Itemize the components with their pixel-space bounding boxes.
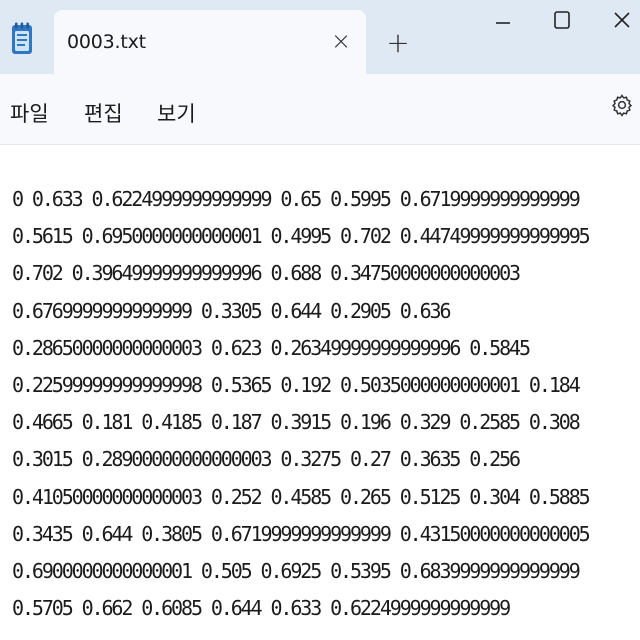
text-line: 0.22599999999999998 0.5365 0.192 0.50350… — [12, 372, 581, 397]
text-line: 0.5705 0.662 0.6085 0.644 0.633 0.622499… — [12, 596, 511, 621]
title-bar: 0003.txt × + — [0, 0, 640, 74]
minimize-icon — [496, 22, 510, 24]
maximize-button[interactable] — [542, 4, 582, 36]
tab-title: 0003.txt — [67, 31, 146, 53]
new-tab-button[interactable]: + — [384, 25, 412, 59]
close-tab-icon: × — [330, 27, 352, 55]
editor-content: 0 0.633 0.6224999999999999 0.65 0.5995 0… — [12, 181, 591, 627]
text-line: 0.702 0.39649999999999996 0.688 0.347500… — [12, 261, 521, 286]
text-line: 0.28650000000000003 0.623 0.263499999999… — [12, 335, 531, 360]
text-line: 0.41050000000000003 0.252 0.4585 0.265 0… — [12, 484, 591, 509]
maximize-icon — [554, 11, 570, 29]
close-icon — [614, 12, 630, 28]
text-line: 0.3015 0.28900000000000003 0.3275 0.27 0… — [12, 447, 521, 472]
notepad-icon — [12, 22, 32, 54]
text-line: 0.6769999999999999 0.3305 0.644 0.2905 0… — [12, 298, 452, 323]
text-line: 0.3435 0.644 0.3805 0.6719999999999999 0… — [12, 521, 591, 546]
minimize-button[interactable] — [483, 4, 523, 36]
gear-icon[interactable] — [610, 93, 634, 117]
plus-icon: + — [386, 25, 410, 59]
menu-view[interactable]: 보기 — [157, 98, 196, 128]
tab-close-button[interactable]: × — [328, 27, 354, 55]
menu-bar: 파일 편집 보기 — [0, 74, 640, 145]
close-window-button[interactable] — [602, 4, 640, 36]
text-editor[interactable]: 0 0.633 0.6224999999999999 0.65 0.5995 0… — [0, 145, 640, 640]
text-line: 0.6900000000000001 0.505 0.6925 0.5395 0… — [12, 558, 581, 583]
text-line: 0.5615 0.6950000000000001 0.4995 0.702 0… — [12, 224, 591, 249]
menu-edit[interactable]: 편집 — [84, 98, 123, 128]
menu-file[interactable]: 파일 — [10, 98, 49, 128]
text-line: 0.4665 0.181 0.4185 0.187 0.3915 0.196 0… — [12, 410, 581, 435]
text-line: 0 0.633 0.6224999999999999 0.65 0.5995 0… — [12, 187, 581, 211]
tab-0003-txt[interactable]: 0003.txt × — [54, 10, 366, 74]
